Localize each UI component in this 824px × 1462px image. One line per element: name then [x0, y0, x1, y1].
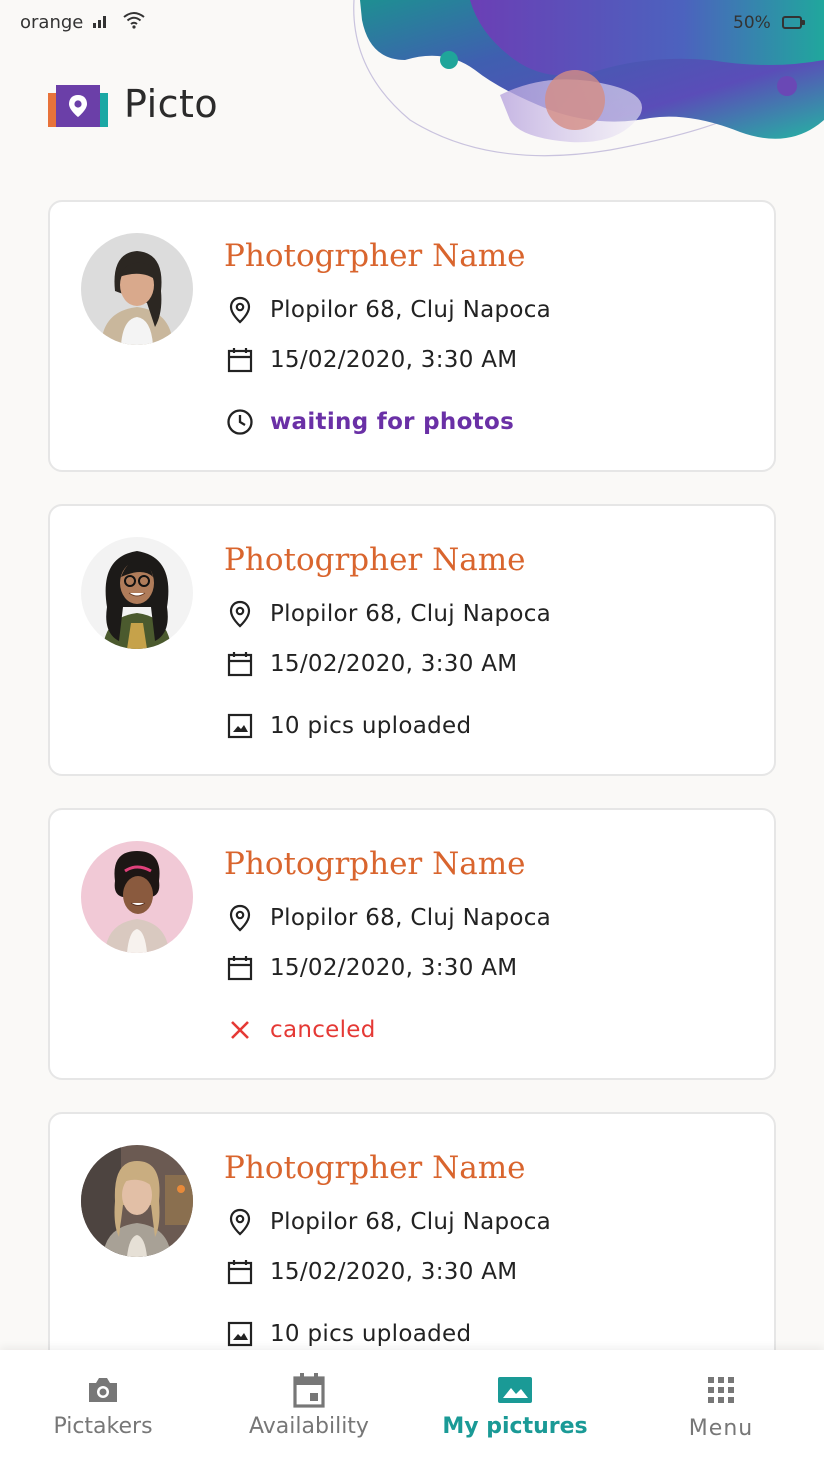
date-row: 15/02/2020, 3:30 AM: [224, 344, 517, 376]
booking-card[interactable]: Photogrpher Name Plopilor 68, Cluj Napoc…: [48, 504, 776, 776]
status-row: 10 pics uploaded: [224, 1318, 471, 1350]
calendar-icon: [224, 1256, 256, 1288]
datetime-text: 15/02/2020, 3:30 AM: [270, 651, 518, 677]
date-row: 15/02/2020, 3:30 AM: [224, 952, 517, 984]
datetime-text: 15/02/2020, 3:30 AM: [270, 347, 518, 373]
avatar: [81, 1145, 193, 1257]
nav-menu[interactable]: Menu: [618, 1350, 824, 1462]
status-text: waiting for photos: [270, 409, 515, 435]
date-row: 15/02/2020, 3:30 AM: [224, 1256, 517, 1288]
photographer-name[interactable]: Photogrpher Name: [224, 846, 525, 882]
logo-icon: [48, 85, 108, 127]
address-text: Plopilor 68, Cluj Napoca: [270, 1209, 552, 1235]
photo-icon: [497, 1372, 533, 1408]
close-icon: [224, 1014, 256, 1046]
avatar: [81, 841, 193, 953]
nav-label: Availability: [249, 1414, 369, 1439]
image-icon: [224, 1318, 256, 1350]
photographer-name[interactable]: Photogrpher Name: [224, 1150, 525, 1186]
date-row: 15/02/2020, 3:30 AM: [224, 648, 517, 680]
status-bar: orange 50%: [0, 0, 824, 46]
address-row: Plopilor 68, Cluj Napoca: [224, 902, 551, 934]
nav-my-pictures[interactable]: My pictures: [412, 1350, 618, 1462]
wifi-icon: [123, 12, 145, 29]
carrier-label: orange: [20, 12, 84, 33]
booking-card[interactable]: Photogrpher Name Plopilor 68, Cluj Napoc…: [48, 1112, 776, 1350]
address-text: Plopilor 68, Cluj Napoca: [270, 601, 552, 627]
nav-pictakers[interactable]: Pictakers: [0, 1350, 206, 1462]
address-text: Plopilor 68, Cluj Napoca: [270, 905, 552, 931]
booking-card[interactable]: Photogrpher Name Plopilor 68, Cluj Napoc…: [48, 808, 776, 1080]
nav-availability[interactable]: Availability: [206, 1350, 412, 1462]
address-row: Plopilor 68, Cluj Napoca: [224, 294, 551, 326]
address-text: Plopilor 68, Cluj Napoca: [270, 297, 552, 323]
nav-label: My pictures: [442, 1414, 588, 1439]
address-row: Plopilor 68, Cluj Napoca: [224, 598, 551, 630]
nav-label: Pictakers: [53, 1414, 153, 1439]
battery-icon: [782, 16, 805, 29]
app-logo[interactable]: Picto: [48, 80, 218, 128]
booking-card[interactable]: Photogrpher Name Plopilor 68, Cluj Napoc…: [48, 200, 776, 472]
battery-percent: 50%: [733, 13, 771, 33]
calendar-icon: [224, 648, 256, 680]
status-row: 10 pics uploaded: [224, 710, 471, 742]
status-text: 10 pics uploaded: [270, 713, 472, 739]
address-row: Plopilor 68, Cluj Napoca: [224, 1206, 551, 1238]
location-pin-icon: [224, 1206, 256, 1238]
photographer-name[interactable]: Photogrpher Name: [224, 238, 525, 274]
status-row: canceled: [224, 1014, 376, 1046]
nav-label: Menu: [688, 1416, 754, 1441]
status-text: canceled: [270, 1017, 376, 1043]
app-title: Picto: [124, 82, 219, 126]
location-pin-icon: [224, 598, 256, 630]
status-row: waiting for photos: [224, 406, 514, 438]
calendar-icon: [224, 952, 256, 984]
status-text: 10 pics uploaded: [270, 1321, 472, 1347]
camera-icon: [85, 1372, 121, 1408]
clock-icon: [224, 406, 256, 438]
datetime-text: 15/02/2020, 3:30 AM: [270, 1259, 518, 1285]
avatar: [81, 537, 193, 649]
signal-icon: [93, 14, 111, 28]
calendar-icon: [224, 344, 256, 376]
location-pin-icon: [224, 902, 256, 934]
avatar: [81, 233, 193, 345]
booking-list: Photogrpher Name Plopilor 68, Cluj Napoc…: [48, 200, 776, 1350]
grid-icon: [703, 1372, 739, 1408]
image-icon: [224, 710, 256, 742]
bottom-nav: Pictakers Availability My pictures Menu: [0, 1350, 824, 1462]
calendar-icon: [291, 1372, 327, 1408]
photographer-name[interactable]: Photogrpher Name: [224, 542, 525, 578]
location-pin-icon: [224, 294, 256, 326]
datetime-text: 15/02/2020, 3:30 AM: [270, 955, 518, 981]
